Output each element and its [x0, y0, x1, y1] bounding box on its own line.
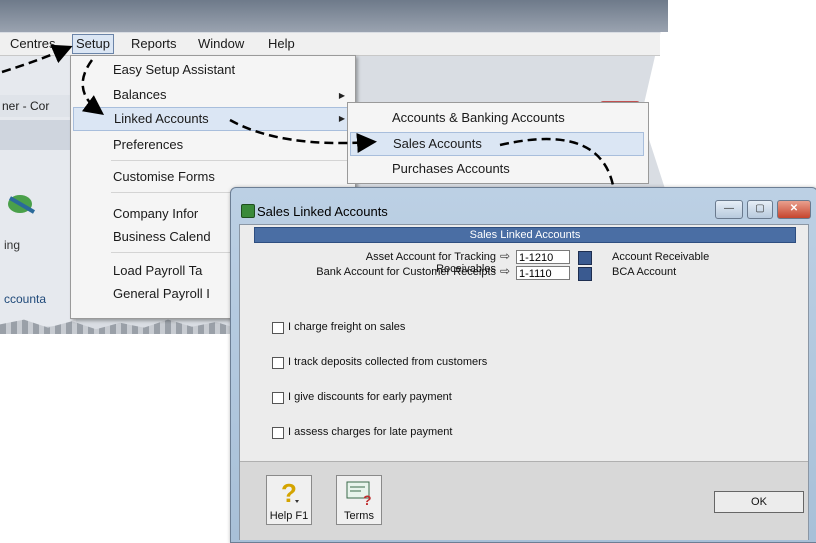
svg-text:?: ?	[363, 492, 372, 506]
svg-text:?: ?	[281, 478, 297, 506]
background-accounts-link[interactable]: ccounta	[4, 292, 46, 306]
submenu-item-accounts-banking[interactable]: Accounts & Banking Accounts	[392, 110, 565, 125]
menu-window[interactable]: Window	[198, 36, 244, 51]
asset-account-field[interactable]: 1-1210	[516, 250, 570, 264]
late-charges-checkbox[interactable]	[272, 427, 284, 439]
submenu-arrow-icon: ▶	[338, 114, 345, 123]
discounts-checkbox-label[interactable]: I give discounts for early payment	[288, 391, 452, 403]
menu-item-label: Balances	[113, 87, 167, 102]
background-panel-label[interactable]: ing	[4, 238, 20, 252]
menu-item-balances[interactable]: Balances	[113, 87, 166, 102]
help-button-label: Help F1	[269, 510, 309, 522]
deposits-checkbox-label[interactable]: I track deposits collected from customer…	[288, 356, 487, 368]
close-button[interactable]: ✕	[777, 200, 811, 219]
menu-centres[interactable]: Centres	[10, 36, 56, 51]
menu-bar: Centres Setup Reports Window Help	[0, 33, 660, 56]
deposits-checkbox[interactable]	[272, 357, 284, 369]
bank-account-label: Bank Account for Customer Receipts	[316, 266, 496, 278]
bank-account-name: BCA Account	[612, 266, 677, 278]
maximize-button[interactable]: ▢	[747, 200, 773, 219]
freight-checkbox-label[interactable]: I charge freight on sales	[288, 321, 405, 333]
dialog-header: Sales Linked Accounts	[254, 227, 796, 243]
menu-item-customise-forms[interactable]: Customise Forms	[113, 169, 215, 184]
background-window-title: ner - Cor	[0, 95, 78, 117]
ok-button[interactable]: OK	[714, 491, 804, 513]
menu-item-preferences[interactable]: Preferences	[113, 137, 183, 152]
help-icon: ?	[281, 478, 299, 506]
submenu-arrow-icon: ▶	[338, 91, 345, 100]
sales-linked-accounts-dialog: Sales Linked Accounts — ▢ ✕ Sales Linked…	[230, 187, 816, 543]
help-button[interactable]: ? Help F1	[266, 475, 312, 525]
dialog-title: Sales Linked Accounts	[257, 204, 388, 219]
lookup-list-icon[interactable]	[578, 267, 592, 281]
lookup-list-icon[interactable]	[578, 251, 592, 265]
menu-item-company-info[interactable]: Company Infor	[113, 206, 198, 221]
terms-document-icon: ?	[346, 481, 372, 506]
discounts-checkbox[interactable]	[272, 392, 284, 404]
dialog-app-icon	[241, 204, 255, 218]
linked-accounts-submenu: Accounts & Banking Accounts Sales Accoun…	[347, 102, 649, 184]
terms-button[interactable]: ? Terms	[336, 475, 382, 525]
arrow-right-icon: ⇨	[500, 264, 511, 278]
submenu-item-sales-accounts[interactable]: Sales Accounts	[350, 132, 644, 156]
dialog-form-area: Sales Linked Accounts Asset Account for …	[240, 225, 808, 461]
submenu-item-label: Sales Accounts	[393, 136, 482, 151]
menu-item-business-calendar[interactable]: Business Calend	[113, 229, 211, 244]
arrow-right-icon: ⇨	[500, 249, 511, 263]
menu-item-linked-accounts[interactable]: Linked Accounts	[73, 107, 351, 131]
banking-icon[interactable]	[6, 188, 38, 216]
terms-button-label: Terms	[344, 510, 374, 522]
menu-help[interactable]: Help	[268, 36, 295, 51]
bank-account-field[interactable]: 1-1110	[516, 266, 570, 280]
asset-account-name: Account Receivable	[612, 251, 710, 263]
background-titlebar	[0, 0, 668, 32]
menu-item-label: Linked Accounts	[114, 111, 209, 126]
menu-reports[interactable]: Reports	[131, 36, 177, 51]
menu-setup[interactable]: Setup	[72, 34, 114, 54]
minimize-button[interactable]: —	[715, 200, 743, 219]
menu-item-easy-setup[interactable]: Easy Setup Assistant	[113, 62, 235, 77]
late-charges-checkbox-label[interactable]: I assess charges for late payment	[288, 426, 452, 438]
dialog-client-area: Sales Linked Accounts Asset Account for …	[239, 224, 809, 540]
freight-checkbox[interactable]	[272, 322, 284, 334]
menu-item-load-payroll[interactable]: Load Payroll Ta	[113, 263, 202, 278]
menu-separator	[111, 160, 351, 161]
background-band	[0, 120, 76, 150]
submenu-item-purchases-accounts[interactable]: Purchases Accounts	[392, 161, 510, 176]
menu-item-general-payroll[interactable]: General Payroll I	[113, 286, 210, 301]
